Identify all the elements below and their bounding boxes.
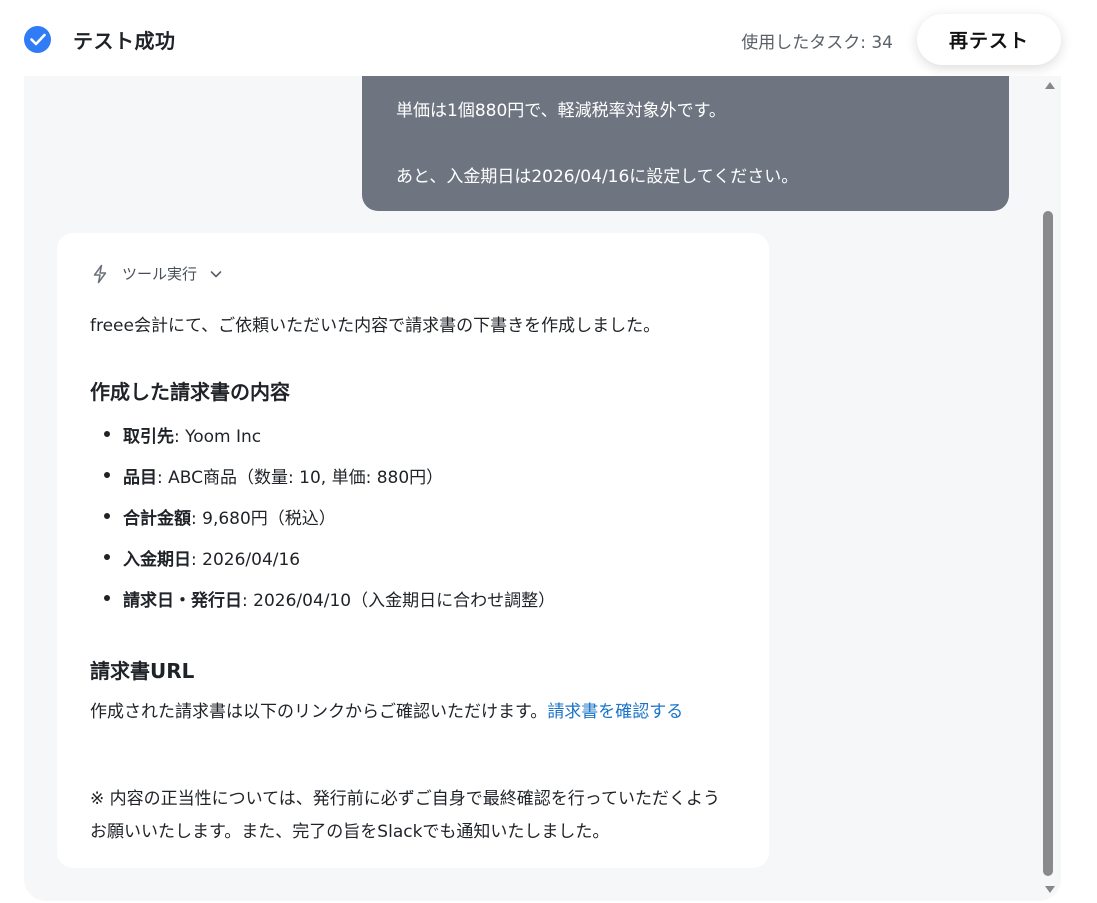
bolt-icon <box>93 264 107 283</box>
detail-key: 合計金額 <box>123 509 191 529</box>
detail-value: : 2026/04/16 <box>191 550 301 570</box>
conversation-panel[interactable]: 単価は1個880円で、軽減税率対象外です。 あと、入金期日は2026/04/16… <box>24 76 1061 901</box>
retest-button[interactable]: 再テスト <box>917 14 1061 65</box>
list-item: 品目: ABC商品（数量: 10, 単価: 880円） <box>90 463 555 504</box>
view-invoice-link[interactable]: 請求書を確認する <box>547 702 683 722</box>
list-item: 入金期日: 2026/04/16 <box>90 545 555 586</box>
tool-execution-toggle[interactable]: ツール実行 <box>91 263 223 284</box>
tool-execution-label: ツール実行 <box>122 265 198 283</box>
scroll-up-arrow-icon[interactable] <box>1045 82 1055 89</box>
invoice-details-heading: 作成した請求書の内容 <box>90 380 290 404</box>
invoice-url-heading: 請求書URL <box>90 659 195 683</box>
list-item: 取引先: Yoom Inc <box>90 422 555 463</box>
invoice-url-text: 作成された請求書は以下のリンクからご確認いただけます。 <box>90 702 548 722</box>
user-message-line: あと、入金期日は2026/04/16に設定してください。 <box>396 167 799 187</box>
intro-text: freee会計にて、ご依頼いただいた内容で請求書の下書きを作成しました。 <box>90 316 661 336</box>
detail-value: : ABC商品（数量: 10, 単価: 880円） <box>157 468 444 488</box>
status-title: テスト成功 <box>73 29 176 53</box>
task-count: 使用したタスク: 34 <box>741 33 893 53</box>
list-item: 請求日・発行日: 2026/04/10（入金期日に合わせ調整） <box>90 586 555 627</box>
user-message-line: 単価は1個880円で、軽減税率対象外です。 <box>396 101 726 121</box>
detail-value: : Yoom Inc <box>174 427 262 447</box>
scroll-thumb[interactable] <box>1043 211 1053 876</box>
scroll-down-arrow-icon[interactable] <box>1045 886 1055 893</box>
invoice-url-paragraph: 作成された請求書は以下のリンクからご確認いただけます。請求書を確認する <box>90 696 740 729</box>
detail-key: 品目 <box>123 468 157 488</box>
detail-key: 入金期日 <box>123 550 191 570</box>
detail-value: : 2026/04/10（入金期日に合わせ調整） <box>242 591 556 611</box>
detail-value: : 9,680円（税込） <box>191 509 336 529</box>
detail-key: 請求日・発行日 <box>123 591 242 611</box>
result-header: テスト成功 使用したタスク: 34 再テスト <box>0 0 1097 76</box>
assistant-message-card: ツール実行 freee会計にて、ご依頼いただいた内容で請求書の下書きを作成しまし… <box>57 233 769 868</box>
chevron-down-icon <box>210 270 222 277</box>
detail-key: 取引先 <box>123 427 174 447</box>
invoice-details-list: 取引先: Yoom Inc 品目: ABC商品（数量: 10, 単価: 880円… <box>90 422 555 627</box>
note-text: ※ 内容の正当性については、発行前に必ずご自身で最終確認を行っていただくようお願… <box>90 789 720 842</box>
user-message-bubble: 単価は1個880円で、軽減税率対象外です。 あと、入金期日は2026/04/16… <box>362 76 1009 211</box>
list-item: 合計金額: 9,680円（税込） <box>90 504 555 545</box>
check-circle-icon <box>24 26 51 53</box>
scrollbar[interactable] <box>1035 76 1061 901</box>
